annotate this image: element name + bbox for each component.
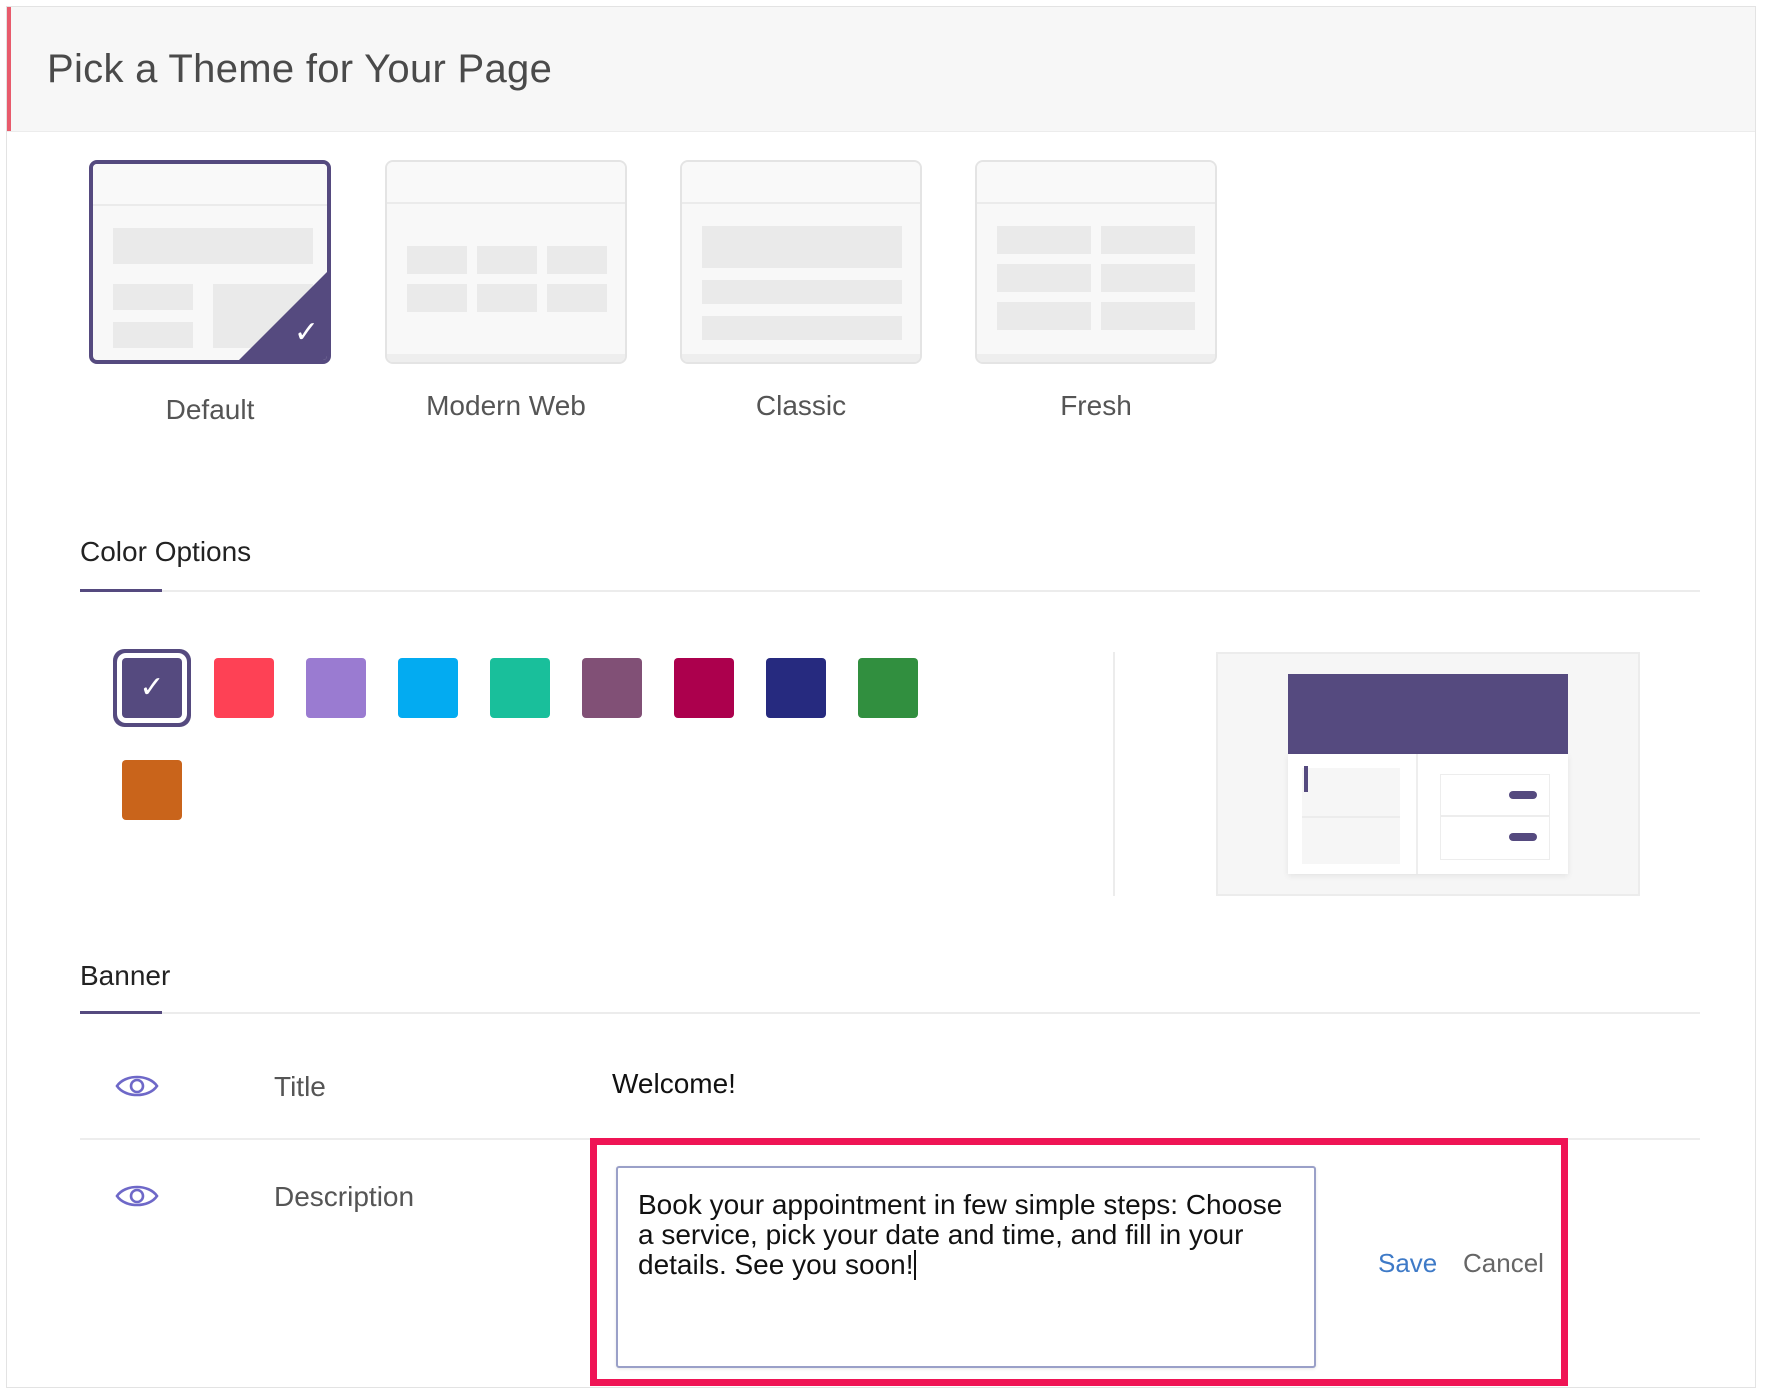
checkmark-icon: ✓ <box>139 671 165 704</box>
color-swatch[interactable] <box>122 760 182 820</box>
eye-icon[interactable] <box>115 1181 159 1211</box>
text-caret <box>913 1250 916 1280</box>
preview-button-pill <box>1509 791 1537 799</box>
thumb-block <box>1101 226 1195 254</box>
color-swatch[interactable]: ✓ <box>122 658 182 718</box>
theme-thumbnail-classic[interactable] <box>680 160 922 364</box>
thumb-block <box>702 316 902 340</box>
thumb-bottombar <box>682 354 920 362</box>
theme-option-modern-web[interactable]: Modern Web <box>382 160 630 422</box>
preview-button-pill <box>1509 833 1537 841</box>
thumb-topbar <box>682 162 920 204</box>
preview-accent-mark <box>1304 766 1308 792</box>
thumb-block <box>477 284 537 312</box>
theme-option-classic[interactable]: Classic <box>677 160 925 422</box>
preview-right-panel <box>1440 774 1550 860</box>
color-swatch[interactable] <box>858 658 918 718</box>
thumb-block <box>547 284 607 312</box>
page-title: Pick a Theme for Your Page <box>47 47 553 91</box>
color-swatch[interactable] <box>674 658 734 718</box>
thumb-block <box>113 228 313 264</box>
thumb-topbar <box>93 164 327 206</box>
section-underline <box>80 589 162 592</box>
color-swatch[interactable] <box>398 658 458 718</box>
thumb-block <box>547 246 607 274</box>
thumb-block <box>1101 302 1195 330</box>
color-swatch[interactable] <box>214 658 274 718</box>
color-swatch[interactable] <box>306 658 366 718</box>
description-text: Book your appointment in few simple step… <box>638 1189 1283 1280</box>
theme-label: Fresh <box>1060 390 1132 421</box>
theme-thumbnail-default[interactable]: ✓ <box>89 160 331 364</box>
thumb-block <box>477 246 537 274</box>
header-accent-bar <box>7 7 11 131</box>
color-preview <box>1216 652 1640 896</box>
color-swatch[interactable] <box>766 658 826 718</box>
vertical-divider <box>1113 652 1115 896</box>
title-label: Title <box>274 1071 326 1102</box>
thumb-block <box>997 264 1091 292</box>
save-button[interactable]: Save <box>1378 1248 1437 1279</box>
thumb-block <box>407 284 467 312</box>
preview-left-panel <box>1302 768 1400 864</box>
cancel-button[interactable]: Cancel <box>1463 1248 1544 1279</box>
theme-label: Modern Web <box>426 390 586 421</box>
eye-icon[interactable] <box>115 1071 159 1101</box>
theme-thumbnail-modern-web[interactable] <box>385 160 627 364</box>
preview-row-divider <box>1302 816 1400 818</box>
theme-option-default[interactable]: ✓ Default <box>86 160 334 426</box>
thumb-block <box>702 280 902 304</box>
theme-thumbnail-fresh[interactable] <box>975 160 1217 364</box>
color-swatch[interactable] <box>582 658 642 718</box>
preview-body <box>1288 754 1568 874</box>
checkmark-icon: ✓ <box>293 316 319 349</box>
preview-row-divider <box>1441 815 1549 817</box>
panel-header: Pick a Theme for Your Page <box>7 7 1755 132</box>
banner-heading: Banner <box>80 960 171 991</box>
description-label: Description <box>274 1181 415 1212</box>
theme-label: Classic <box>755 390 847 421</box>
section-underline <box>80 1011 162 1014</box>
section-divider <box>80 590 1700 592</box>
color-options-heading: Color Options <box>80 536 252 567</box>
section-divider <box>80 1012 1700 1014</box>
thumb-block <box>407 246 467 274</box>
thumb-block <box>997 226 1091 254</box>
theme-label: Default <box>165 394 255 425</box>
thumb-block <box>113 284 193 310</box>
description-textarea[interactable]: Book your appointment in few simple step… <box>616 1166 1316 1368</box>
preview-separator <box>1416 754 1418 874</box>
thumb-bottombar <box>387 354 625 362</box>
thumb-block <box>113 322 193 348</box>
thumb-topbar <box>387 162 625 204</box>
thumb-topbar <box>977 162 1215 204</box>
thumb-block <box>1101 264 1195 292</box>
theme-option-fresh[interactable]: Fresh <box>972 160 1220 422</box>
color-swatch[interactable] <box>490 658 550 718</box>
thumb-block <box>997 302 1091 330</box>
thumb-block <box>702 226 902 268</box>
title-value[interactable]: Welcome! <box>612 1068 736 1100</box>
thumb-bottombar <box>977 354 1215 362</box>
preview-header <box>1288 674 1568 754</box>
